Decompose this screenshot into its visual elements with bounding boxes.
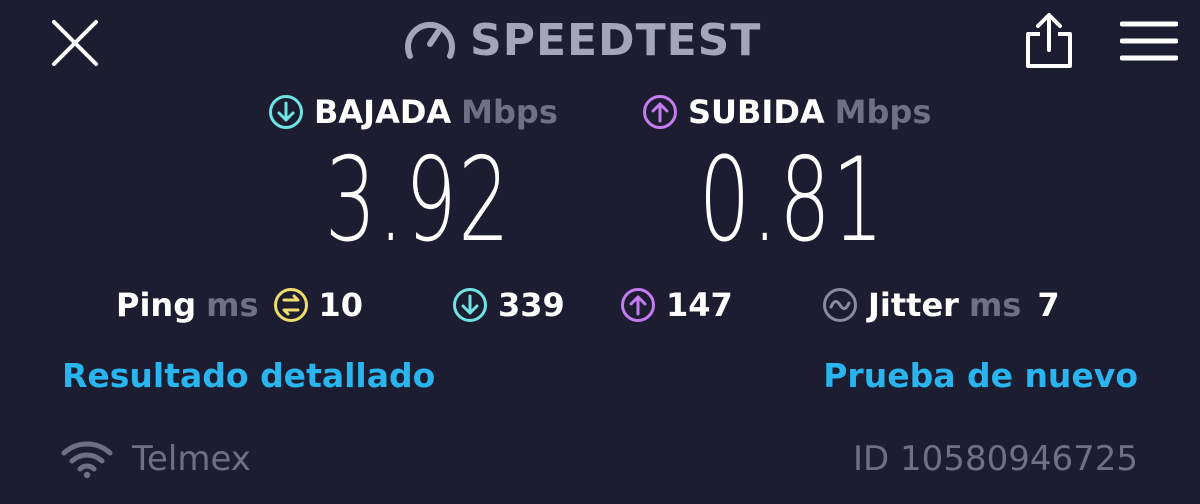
ping-idle-icon <box>273 288 308 322</box>
isp-name: Telmex <box>132 439 251 479</box>
brand-title: SPEEDTEST <box>470 14 762 66</box>
ping-value: 10 <box>318 286 364 324</box>
download-arrow-icon <box>269 95 303 129</box>
app-brand: SPEEDTEST <box>404 10 761 70</box>
jitter-value: 7 <box>1037 286 1060 324</box>
speedometer-icon <box>405 21 455 59</box>
download-latency-value: 339 <box>498 286 565 324</box>
upload-latency-value: 147 <box>666 286 733 324</box>
download-label: BAJADA <box>314 93 452 131</box>
jitter-unit: ms <box>968 286 1022 324</box>
test-again-link[interactable]: Prueba de nuevo <box>823 356 1138 395</box>
download-latency-icon <box>453 288 487 322</box>
download-header: BAJADA Mbps <box>268 90 558 134</box>
ping-metric: Ping ms 10 <box>116 282 363 328</box>
ping-unit: ms <box>206 286 259 324</box>
upload-label: SUBIDA <box>688 93 825 131</box>
hamburger-menu-icon <box>1120 21 1178 61</box>
upload-latency-icon <box>621 288 655 322</box>
result-id: ID 10580946725 <box>853 439 1138 479</box>
close-button[interactable] <box>50 18 100 68</box>
jitter-metric: Jitter ms 7 <box>822 282 1060 328</box>
download-unit: Mbps <box>461 93 558 131</box>
isp-info: Telmex <box>60 434 251 484</box>
download-latency-metric: 339 <box>452 282 565 328</box>
upload-header: SUBIDA Mbps <box>642 90 931 134</box>
upload-latency-metric: 147 <box>620 282 733 328</box>
wifi-icon <box>61 441 113 479</box>
menu-button[interactable] <box>1120 20 1178 62</box>
upload-arrow-icon <box>643 95 677 129</box>
upload-unit: Mbps <box>834 93 932 131</box>
share-button[interactable] <box>1022 12 1076 70</box>
detailed-result-link[interactable]: Resultado detallado <box>62 356 435 395</box>
close-icon <box>52 20 98 66</box>
upload-speed-value: 0.81 <box>698 132 886 268</box>
speedtest-result-screen: SPEEDTEST BAJADA Mbps SUBIDA Mbps 3.92 0… <box>0 0 1200 504</box>
jitter-label: Jitter <box>868 286 959 324</box>
ping-label: Ping <box>116 286 197 324</box>
download-speed-value: 3.92 <box>324 132 512 268</box>
jitter-wave-icon <box>823 288 857 322</box>
share-icon <box>1026 13 1072 68</box>
